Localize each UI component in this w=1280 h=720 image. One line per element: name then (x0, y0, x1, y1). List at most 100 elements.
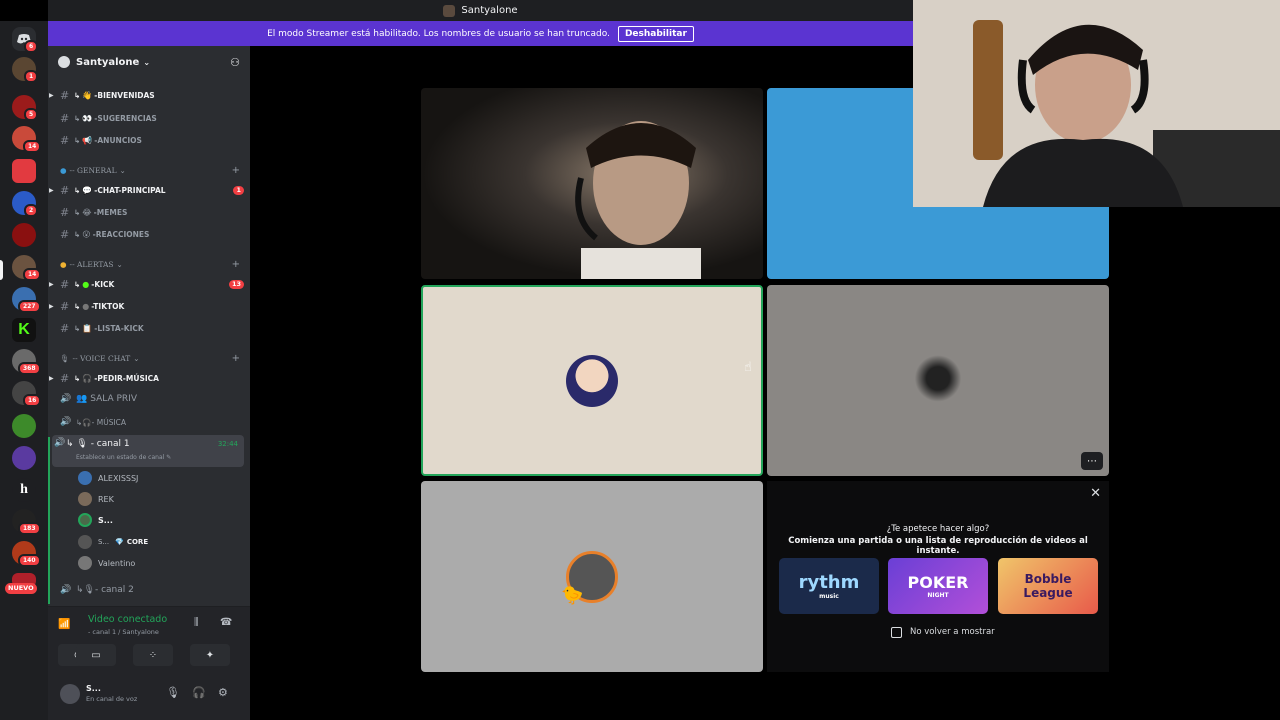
eyes-emoji-icon: 👀 (82, 113, 93, 123)
badge: 5 (24, 108, 39, 121)
channel-reacciones[interactable]: # ↳ 😮 -REACCIONES (56, 224, 244, 244)
voice-channel-sala-priv[interactable]: 🔊 👥 SALA PRIV (58, 389, 244, 409)
add-channel-icon[interactable]: + (232, 165, 240, 176)
server-icon[interactable]: 5 (12, 95, 39, 121)
channel-label: -SUGERENCIAS (94, 113, 157, 123)
add-channel-icon[interactable]: + (232, 353, 240, 364)
channel-status-text: Establece un estado de canal (76, 454, 165, 461)
server-icon[interactable] (12, 414, 36, 438)
voice-user[interactable]: Valentino (78, 553, 244, 573)
voice-user[interactable]: ALEXISSSJ (78, 468, 244, 488)
soundboard-button[interactable]: ✦ (190, 644, 230, 666)
channel-label: - canal 2 (94, 585, 134, 595)
more-options-button[interactable]: ⋯ (1081, 452, 1103, 470)
server-icon[interactable]: 368 (12, 349, 41, 375)
activities-button[interactable]: ⁘ (133, 644, 173, 666)
server-icon[interactable]: 1 (12, 57, 39, 83)
channel-label: -LISTA-KICK (94, 323, 144, 333)
server-icon[interactable] (12, 159, 36, 183)
video-tile-speaking[interactable] (421, 285, 763, 476)
activity-promo: ✕ ¿Te apetece hacer algo? Comienza una p… (767, 481, 1109, 672)
server-icon[interactable]: 227 (12, 287, 41, 313)
speaker-icon: 🔊 (60, 417, 72, 427)
server-icon[interactable]: 140 (12, 541, 41, 567)
channel-sugerencias[interactable]: # ↳ 👀 -SUGERENCIAS (56, 108, 244, 128)
voice-channel-canal-2[interactable]: 🔊 ↳ 🎙 - canal 2 (58, 580, 244, 600)
pointer-cursor-icon: ☝ (744, 360, 752, 375)
card-title: POKER (907, 573, 969, 592)
activity-card-poker[interactable]: POKER NIGHT (888, 558, 988, 614)
badge: 1 (24, 70, 39, 83)
channel-label: ↳ 🎙 - canal 1 (66, 439, 130, 449)
speaker-icon: 🔊 (60, 585, 72, 595)
voice-channel-canal-1[interactable]: 🔊 ↳ 🎙 - canal 1 32:44 Establece un estad… (52, 435, 244, 467)
screen-share-button[interactable]: ▭ (76, 644, 116, 666)
server-icon[interactable] (12, 446, 36, 470)
connection-location[interactable]: - canal 1 / Santyalone (88, 628, 159, 636)
webcam-overlay (913, 0, 1280, 207)
avatar (566, 355, 618, 407)
avatar[interactable] (60, 684, 80, 704)
shock-emoji-icon: 😮 (82, 229, 91, 239)
duck-emoji-icon: 🐤 (561, 585, 584, 606)
channel-anuncios[interactable]: # ↳ 📢 -ANUNCIOS (56, 130, 244, 150)
settings-icon[interactable]: ⚙ (218, 686, 228, 699)
channel-lista-kick[interactable]: # ↳ 📋 -LISTA-KICK (56, 318, 244, 338)
thread-icon: ↳ (74, 373, 81, 383)
chat-emoji-icon: 💬 (82, 185, 93, 195)
channel-bienvenidas[interactable]: ▶ # ↳ 👋 -BIENVENIDAS (49, 85, 244, 105)
activity-card-rythm[interactable]: rythm music (779, 558, 879, 614)
channel-pedir-musica[interactable]: ▶ # ↳ 🎧 -PEDIR-MÚSICA (49, 368, 244, 388)
server-header[interactable]: Santyalone ⌄ ⚇ (48, 46, 250, 78)
add-channel-icon[interactable]: + (232, 259, 240, 270)
server-icon[interactable]: 2 (12, 191, 39, 217)
voice-user[interactable]: S... (78, 510, 244, 530)
channel-tiktok[interactable]: ▶ # ↳ ● -TIKTOK (49, 296, 244, 316)
home-button[interactable]: 6 (12, 27, 39, 53)
thread-icon: ↳ (74, 301, 81, 311)
server-icon[interactable] (12, 223, 36, 247)
video-tile-streamer[interactable] (421, 88, 763, 279)
server-icon[interactable]: 14 (12, 126, 42, 153)
voice-user[interactable]: REK (78, 489, 1000, 509)
voice-timer: 32:44 (217, 440, 238, 448)
server-icon[interactable]: 14 (12, 255, 42, 281)
person-video-feed (575, 121, 701, 279)
kick-server-icon[interactable]: K (12, 318, 36, 342)
video-tile-user[interactable]: 🐤 (421, 481, 763, 672)
hash-icon: # (60, 299, 70, 313)
signal-icon: 📶 (58, 619, 71, 630)
close-icon[interactable]: ✕ (1090, 486, 1101, 501)
black-circle-icon: ● (82, 301, 90, 311)
video-tile-user[interactable]: ⋯ (767, 285, 1109, 476)
category-general[interactable]: ● -- GENERAL ⌄ + (60, 163, 240, 177)
people-emoji-icon: 👥 (76, 394, 88, 404)
dont-show-checkbox[interactable] (891, 627, 902, 638)
channel-status[interactable]: Establece un estado de canal ✎ (76, 454, 171, 461)
voice-channel-musica[interactable]: 🔊 ↳ 🎧 - MÚSICA (58, 412, 244, 432)
diamond-icon: 💎 (115, 538, 124, 546)
voice-user[interactable]: S... 💎 CORE (78, 532, 244, 552)
server-icon[interactable]: h (12, 478, 36, 502)
add-member-icon[interactable]: ⚇ (230, 56, 240, 69)
channel-chat-principal[interactable]: ▶ # ↳ 💬 -CHAT-PRINCIPAL 1 (49, 180, 244, 200)
thread-icon: ↳ (74, 90, 81, 100)
category-voice-chat[interactable]: 🎙 -- VOICE CHAT ⌄ + (60, 351, 240, 365)
avatar (78, 556, 92, 570)
badge: 14 (23, 268, 42, 281)
headphones-icon[interactable]: 🎧 (192, 686, 206, 699)
server-icon[interactable]: 183 (12, 509, 41, 535)
server-icon[interactable]: 16 (12, 381, 42, 407)
channel-memes[interactable]: # ↳ 😂 -MEMES (56, 202, 244, 222)
noise-suppression-icon[interactable]: ⫼ (194, 617, 199, 628)
category-alertas[interactable]: ● -- ALERTAS ⌄ + (60, 257, 240, 271)
laugh-emoji-icon: 😂 (82, 207, 92, 217)
channel-kick[interactable]: ▶ # ↳ ● -KICK 13 (49, 274, 244, 294)
badge: 14 (23, 140, 42, 153)
mic-icon: 🎙 (60, 353, 70, 363)
activity-card-bobble[interactable]: Bobble League (998, 558, 1098, 614)
disable-streamer-button[interactable]: Deshabilitar (617, 25, 694, 42)
microphone-icon[interactable]: 🎙 (166, 686, 180, 699)
pencil-icon: ✎ (166, 454, 172, 461)
disconnect-icon[interactable]: ☎ (220, 617, 232, 628)
